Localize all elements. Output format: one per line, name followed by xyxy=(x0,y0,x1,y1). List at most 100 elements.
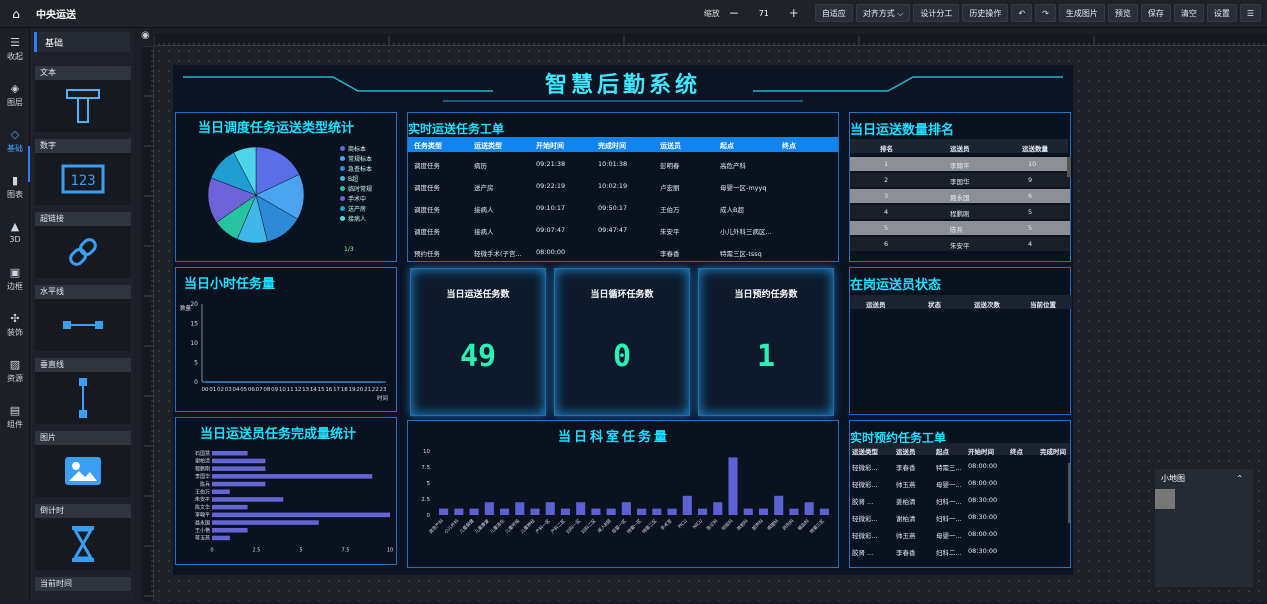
nav-layers[interactable]: ◈ 图层 xyxy=(0,82,30,108)
nav-collapse[interactable]: ☰ 收起 xyxy=(0,36,30,62)
component-hline[interactable]: 水平线 xyxy=(35,285,131,351)
reservation-row[interactable]: 轻微彩... 李春香 特需三... 08:00:00 xyxy=(850,459,1070,473)
eye-icon[interactable]: ◉ xyxy=(141,30,150,41)
nav-resources[interactable]: ▨ 资源 xyxy=(0,358,30,384)
component-countdown[interactable]: 倒计时 xyxy=(35,504,131,570)
x-category-label: 儿童神经 xyxy=(519,517,537,535)
legend-dot xyxy=(340,175,345,181)
zoom-value[interactable]: 71 xyxy=(744,9,784,18)
y-category-label: 程鹏刚 xyxy=(195,465,210,472)
legend-item[interactable]: 接病人 xyxy=(340,213,396,223)
minimap-viewport[interactable] xyxy=(1155,489,1175,509)
nav-decor[interactable]: ✣ 装饰 xyxy=(0,312,30,338)
order-row[interactable]: 调度任务 病历 09:21:38 10:01:38 彭明春 高危产科 xyxy=(408,157,838,171)
ranking-row[interactable]: 1 李翰平 10 xyxy=(850,157,1070,171)
design-split-button[interactable]: 设计分工 xyxy=(913,4,960,22)
generate-image-button[interactable]: 生成图片 xyxy=(1058,4,1105,22)
component-number[interactable]: 数字 123 xyxy=(35,139,131,205)
legend-item[interactable]: B超 xyxy=(340,173,396,183)
component-image[interactable]: 图片 xyxy=(35,431,131,497)
ranking-row[interactable]: 4 程鹏刚 5 xyxy=(850,205,1070,219)
settings-button[interactable]: 设置 xyxy=(1206,4,1237,22)
nav-label: 边框 xyxy=(7,282,23,291)
number-123-icon: 123 xyxy=(35,153,131,205)
order-row[interactable]: 调度任务 送产房 09:22:19 10:02:19 卢宏丽 母婴一区-myyq xyxy=(408,179,838,193)
x-category-label: 儿童保健 xyxy=(458,517,476,535)
menu-icon[interactable]: ☰ xyxy=(1239,4,1261,22)
fit-button[interactable]: 自适应 xyxy=(814,4,853,22)
reservation-row[interactable]: 轻微彩... 帅玉燕 母婴一... 08:00:00 xyxy=(850,527,1070,541)
reservation-row[interactable]: 轻微彩... 帅玉燕 母婴一... 08:00:00 xyxy=(850,476,1070,490)
x-tick-label: 12 xyxy=(294,387,301,393)
legend-item[interactable]: 手术中 xyxy=(340,193,396,203)
x-category-label: 手术室 xyxy=(659,517,674,532)
table-cell: 08:00:00 xyxy=(968,462,998,470)
component-hyperlink[interactable]: 超链接 xyxy=(35,212,131,278)
x-tick-label: 18 xyxy=(341,387,348,393)
ranking-scrollbar[interactable] xyxy=(1067,157,1071,177)
nav-basic[interactable]: ◇ 基础 xyxy=(0,128,30,154)
legend-item[interactable]: 临时常规 xyxy=(340,183,396,193)
redo-icon[interactable]: ↷ xyxy=(1035,4,1056,22)
component-label: 倒计时 xyxy=(35,504,131,518)
table-cell: 09:50:17 xyxy=(598,204,628,212)
picture-icon xyxy=(35,445,131,497)
clear-button[interactable]: 清空 xyxy=(1173,4,1204,22)
link-icon xyxy=(35,226,131,278)
component-label: 数字 xyxy=(35,139,131,153)
zoom-out-button[interactable]: − xyxy=(727,6,741,20)
y-category-label: 李翰平 xyxy=(195,512,210,519)
align-dropdown[interactable]: 对齐方式 ⌵ xyxy=(855,4,911,22)
nav-label: 资源 xyxy=(7,374,23,383)
nav-3d[interactable]: ▲ 3D xyxy=(0,220,30,244)
save-button[interactable]: 保存 xyxy=(1140,4,1171,22)
reservation-row[interactable]: 轻微彩... 谢柏清 妇科一... 08:30:00 xyxy=(850,510,1070,524)
table-cell: 09:47:47 xyxy=(598,226,628,234)
nav-widgets[interactable]: ▤ 组件 xyxy=(0,404,30,430)
nav-charts[interactable]: ▮ 图表 xyxy=(0,174,30,200)
x-tick-label: 10 xyxy=(279,387,286,393)
reservation-row[interactable]: 胶肾 ... 李春香 妇科二... 08:30:00 xyxy=(850,544,1070,558)
preview-button[interactable]: 预览 xyxy=(1107,4,1138,22)
nav-label: 装饰 xyxy=(7,328,23,337)
table-cell: 妇科一... xyxy=(936,498,962,506)
component-text[interactable]: 文本 xyxy=(35,66,131,132)
nav-borders[interactable]: ▣ 边框 xyxy=(0,266,30,292)
home-icon[interactable]: ⌂ xyxy=(4,2,28,26)
zoom-in-button[interactable]: + xyxy=(787,6,801,20)
ranking-row[interactable]: 5 陈兵 5 xyxy=(850,221,1070,235)
pie-pager[interactable]: 1/3 xyxy=(344,246,354,253)
staff-bar-chart: 石国慧谢柏清程鹏刚李国华陈兵王伯万朱安平陈文华李翰平聂永国王小艳蒋玉燕0 2.5 5… xyxy=(195,450,393,553)
order-row[interactable]: 调度任务 接病人 09:07:47 09:47:47 朱安平 小儿外科三病区... xyxy=(408,223,838,237)
history-button[interactable]: 历史操作 xyxy=(962,4,1009,22)
staff-bar xyxy=(212,481,266,487)
reservation-row[interactable]: 胶肾 ... 姜柏清 妇科一... 08:30:00 xyxy=(850,493,1070,507)
table-cell: 1 xyxy=(884,160,889,168)
order-row[interactable]: 预约任务 轻微手术(子宫... 08:00:00 李春香 特需三区-tssq xyxy=(408,245,838,259)
table-cell: 母婴一... xyxy=(936,481,962,489)
legend-item[interactable]: 商标本 xyxy=(340,143,396,153)
ranking-panel: 当日运送数量排名 排名 运送员 运送数量 1 李翰平 10 2 李国华 9 3 聂永国 6 4 程鹏… xyxy=(849,112,1071,262)
legend-item[interactable]: 常规标本 xyxy=(340,153,396,163)
dashboard-screen[interactable]: 智慧后勤系统 当日调度任务运送类型统计 商标本 常规标本 急查标本 B超 临时常规 手术中… xyxy=(173,65,1073,575)
table-cell: 08:30:00 xyxy=(968,547,998,555)
staff-bar xyxy=(212,535,230,541)
legend-item[interactable]: 送产房 xyxy=(340,203,396,213)
legend-item[interactable]: 急查标本 xyxy=(340,163,396,173)
legend-dot xyxy=(340,205,345,211)
x-tick-label: 11 xyxy=(287,387,294,393)
ranking-row[interactable]: 3 聂永国 6 xyxy=(850,189,1070,203)
table-cell: 预约任务 xyxy=(414,250,440,258)
component-current-time[interactable]: 当前时间 xyxy=(35,577,131,591)
table-cell: 李翰平 xyxy=(950,162,970,170)
component-vline[interactable]: 垂直线 xyxy=(35,358,131,424)
order-row[interactable]: 调度任务 接病人 09:10:17 09:50:17 王伯万 成人B超 xyxy=(408,201,838,215)
ranking-row[interactable]: 2 李国华 9 xyxy=(850,173,1070,187)
reservation-scrollbar[interactable] xyxy=(1068,463,1070,523)
chevron-up-icon[interactable]: ⌃ xyxy=(1236,469,1243,489)
minimap[interactable]: 小地图 ⌃ xyxy=(1155,469,1253,587)
undo-icon[interactable]: ↶ xyxy=(1011,4,1033,22)
x-category-label: 超声科 xyxy=(750,517,765,532)
ranking-row[interactable]: 6 朱安平 4 xyxy=(850,237,1070,251)
stat-label: 当日运送任务数 xyxy=(446,290,510,300)
